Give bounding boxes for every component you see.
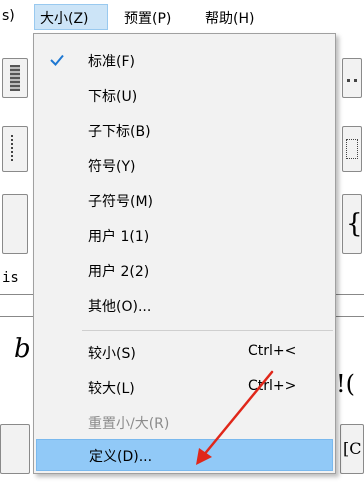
right-toolbar: { !( [C [336, 34, 364, 491]
background-text: [C [343, 439, 362, 458]
menu-item-smaller[interactable]: 较小(S) Ctrl+< [36, 336, 333, 368]
menu-item-sub-symbol[interactable]: 子符号(M) [36, 184, 333, 216]
menu-item-label: 较大(L) [88, 381, 135, 397]
divider [336, 294, 364, 295]
menu-separator [82, 330, 333, 331]
divider [0, 316, 34, 317]
menu-bar: s) 大小(Z) 预置(P) 帮助(H) [0, 0, 364, 34]
menu-item-shortcut: Ctrl+< [248, 343, 297, 359]
menu-item-subscript[interactable]: 下标(U) [36, 79, 333, 111]
toolbar-button[interactable] [0, 424, 30, 474]
menu-item-label: 子符号(M) [88, 194, 154, 210]
left-toolbar: is b [0, 34, 34, 491]
menu-item-shortcut: Ctrl+> [248, 378, 297, 394]
dotted-slot-icon [11, 135, 21, 161]
divider [0, 294, 34, 295]
checkmark-icon [50, 54, 64, 66]
menu-item-reset-size: 重置小/大(R) [36, 406, 333, 438]
menu-help[interactable]: 帮助(H) [205, 8, 254, 28]
menu-item-label: 子下标(B) [88, 124, 151, 140]
toolbar-button[interactable] [2, 194, 28, 254]
menu-partial-item[interactable]: s) [2, 8, 15, 24]
toolbar-button[interactable]: { [342, 194, 363, 254]
menu-item-label: 标准(F) [88, 54, 135, 70]
menu-item-label: 用户 2(2) [88, 264, 150, 280]
menu-item-define[interactable]: 定义(D)... [36, 439, 333, 471]
menu-preset[interactable]: 预置(P) [124, 8, 171, 28]
menu-item-label: 较小(S) [88, 346, 136, 362]
divider [336, 316, 364, 317]
dotted-box-icon [10, 65, 20, 91]
menu-item-label: 用户 1(1) [88, 229, 150, 245]
background-text: !( [336, 370, 356, 398]
menu-item-larger[interactable]: 较大(L) Ctrl+> [36, 371, 333, 403]
background-text: is [2, 270, 19, 286]
menu-item-user1[interactable]: 用户 1(1) [36, 219, 333, 251]
menu-item-other[interactable]: 其他(O)... [36, 289, 333, 321]
toolbar-button[interactable] [342, 58, 362, 98]
menu-item-label: 符号(Y) [88, 159, 136, 175]
toolbar-button[interactable]: [C [340, 424, 364, 474]
menu-item-label: 下标(U) [88, 89, 138, 105]
menu-item-label: 其他(O)... [88, 299, 152, 315]
toolbar-button[interactable] [342, 126, 362, 172]
menu-size[interactable]: 大小(Z) [40, 8, 89, 28]
menu-item-sub-subscript[interactable]: 子下标(B) [36, 114, 333, 146]
brace-symbol: { [346, 209, 363, 239]
menu-item-label: 定义(D)... [89, 449, 153, 465]
menu-item-user2[interactable]: 用户 2(2) [36, 254, 333, 286]
menu-item-label: 重置小/大(R) [88, 416, 170, 432]
dotted-box-icon [346, 139, 358, 159]
toolbar-button[interactable] [2, 126, 28, 172]
dots-icon [347, 79, 357, 85]
menu-item-symbol[interactable]: 符号(Y) [36, 149, 333, 181]
menu-item-standard[interactable]: 标准(F) [36, 44, 333, 76]
background-text: b [14, 334, 31, 364]
toolbar-button[interactable] [2, 58, 28, 98]
size-dropdown-menu: 标准(F) 下标(U) 子下标(B) 符号(Y) 子符号(M) 用户 1(1) … [33, 33, 336, 474]
